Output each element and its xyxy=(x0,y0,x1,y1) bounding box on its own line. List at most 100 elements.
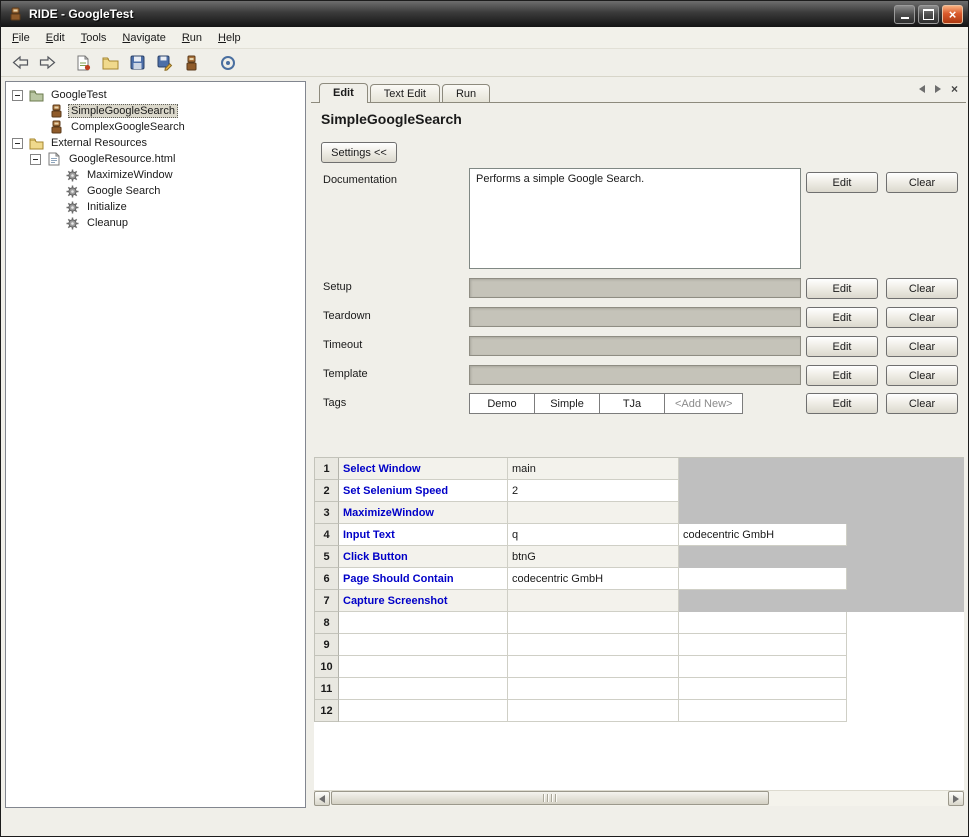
scrollbar-thumb[interactable] xyxy=(331,791,769,805)
tree-node-folder[interactable]: External Resources xyxy=(8,135,303,151)
argument-cell[interactable] xyxy=(679,568,847,590)
keyword-cell[interactable]: Input Text xyxy=(339,524,508,546)
row-number[interactable]: 5 xyxy=(315,546,339,568)
close-tab-icon[interactable]: × xyxy=(951,83,958,95)
tags-clear-button[interactable]: Clear xyxy=(886,393,958,414)
collapse-minus-icon[interactable] xyxy=(12,138,23,149)
template-edit-button[interactable]: Edit xyxy=(806,365,878,386)
horizontal-scrollbar[interactable] xyxy=(314,790,964,806)
collapse-minus-icon[interactable] xyxy=(30,154,41,165)
template-clear-button[interactable]: Clear xyxy=(886,365,958,386)
empty-cell[interactable] xyxy=(339,656,508,678)
scroll-left-button[interactable] xyxy=(314,791,330,806)
row-number[interactable]: 3 xyxy=(315,502,339,524)
timeout-edit-button[interactable]: Edit xyxy=(806,336,878,357)
empty-cell[interactable] xyxy=(679,656,847,678)
tree-node-test[interactable]: SimpleGoogleSearch xyxy=(8,103,303,119)
tree-node-label[interactable]: Cleanup xyxy=(84,217,131,229)
tree-node-label[interactable]: GoogleTest xyxy=(48,89,110,101)
tree-node-keyword[interactable]: Initialize xyxy=(8,199,303,215)
timeout-clear-button[interactable]: Clear xyxy=(886,336,958,357)
prev-tab-icon[interactable] xyxy=(919,85,925,93)
forward-button[interactable] xyxy=(36,51,59,74)
empty-cell[interactable] xyxy=(508,612,679,634)
empty-cell[interactable] xyxy=(339,700,508,722)
tag-item[interactable]: TJa xyxy=(599,393,665,414)
documentation-clear-button[interactable]: Clear xyxy=(886,172,958,193)
setup-clear-button[interactable]: Clear xyxy=(886,278,958,299)
tree-node-suite[interactable]: GoogleTest xyxy=(8,87,303,103)
tree-node-test[interactable]: ComplexGoogleSearch xyxy=(8,119,303,135)
documentation-field[interactable]: Performs a simple Google Search. xyxy=(469,168,801,269)
row-number[interactable]: 9 xyxy=(315,634,339,656)
save-button[interactable] xyxy=(126,51,149,74)
empty-cell[interactable] xyxy=(508,678,679,700)
tag-item[interactable]: Demo xyxy=(469,393,535,414)
tree-node-keyword[interactable]: Cleanup xyxy=(8,215,303,231)
documentation-edit-button[interactable]: Edit xyxy=(806,172,878,193)
keyword-cell[interactable]: Set Selenium Speed xyxy=(339,480,508,502)
setup-edit-button[interactable]: Edit xyxy=(806,278,878,299)
run-button[interactable] xyxy=(216,51,239,74)
keyword-cell[interactable]: Page Should Contain xyxy=(339,568,508,590)
argument-cell[interactable]: codecentric GmbH xyxy=(679,524,847,546)
tree-node-label[interactable]: Initialize xyxy=(84,201,130,213)
settings-toggle-button[interactable]: Settings << xyxy=(321,142,397,163)
add-new-tag[interactable]: <Add New> xyxy=(664,393,743,414)
empty-cell[interactable] xyxy=(679,612,847,634)
open-folder-button[interactable] xyxy=(99,51,122,74)
tab-text-edit[interactable]: Text Edit xyxy=(370,84,440,103)
scrollbar-track[interactable] xyxy=(330,791,948,806)
save-all-button[interactable] xyxy=(153,51,176,74)
empty-cell[interactable] xyxy=(679,678,847,700)
keyword-cell[interactable]: MaximizeWindow xyxy=(339,502,508,524)
title-bar[interactable]: RIDE - GoogleTest × xyxy=(1,1,968,27)
tree-node-keyword[interactable]: MaximizeWindow xyxy=(8,167,303,183)
argument-cell[interactable]: codecentric GmbH xyxy=(508,568,679,590)
menu-edit[interactable]: Edit xyxy=(38,29,73,47)
empty-cell[interactable] xyxy=(508,634,679,656)
menu-navigate[interactable]: Navigate xyxy=(114,29,173,47)
next-tab-icon[interactable] xyxy=(935,85,941,93)
argument-cell[interactable]: main xyxy=(508,458,679,480)
row-number[interactable]: 12 xyxy=(315,700,339,722)
row-number[interactable]: 1 xyxy=(315,458,339,480)
keyword-cell[interactable]: Capture Screenshot xyxy=(339,590,508,612)
menu-file[interactable]: File xyxy=(4,29,38,47)
argument-cell[interactable] xyxy=(508,590,679,612)
row-number[interactable]: 8 xyxy=(315,612,339,634)
empty-cell[interactable] xyxy=(508,656,679,678)
tree-node-label[interactable]: GoogleResource.html xyxy=(66,153,178,165)
collapse-minus-icon[interactable] xyxy=(12,90,23,101)
close-button[interactable]: × xyxy=(942,5,963,24)
row-number[interactable]: 7 xyxy=(315,590,339,612)
menu-run[interactable]: Run xyxy=(174,29,210,47)
empty-cell[interactable] xyxy=(339,612,508,634)
menu-help[interactable]: Help xyxy=(210,29,249,47)
row-number[interactable]: 4 xyxy=(315,524,339,546)
tree-node-label[interactable]: Google Search xyxy=(84,185,163,197)
menu-tools[interactable]: Tools xyxy=(73,29,115,47)
tree-node-resource[interactable]: GoogleResource.html xyxy=(8,151,303,167)
back-button[interactable] xyxy=(9,51,32,74)
tree-node-label[interactable]: External Resources xyxy=(48,137,150,149)
tree-node-keyword[interactable]: Google Search xyxy=(8,183,303,199)
tab-run[interactable]: Run xyxy=(442,84,490,103)
empty-cell[interactable] xyxy=(679,634,847,656)
row-number[interactable]: 6 xyxy=(315,568,339,590)
tag-item[interactable]: Simple xyxy=(534,393,600,414)
argument-cell[interactable]: 2 xyxy=(508,480,679,502)
minimize-button[interactable] xyxy=(894,5,915,24)
empty-cell[interactable] xyxy=(339,678,508,700)
teardown-clear-button[interactable]: Clear xyxy=(886,307,958,328)
empty-cell[interactable] xyxy=(339,634,508,656)
maximize-button[interactable] xyxy=(918,5,939,24)
empty-cell[interactable] xyxy=(508,700,679,722)
tree-node-label[interactable]: ComplexGoogleSearch xyxy=(68,121,188,133)
teardown-edit-button[interactable]: Edit xyxy=(806,307,878,328)
row-number[interactable]: 2 xyxy=(315,480,339,502)
argument-cell[interactable] xyxy=(508,502,679,524)
tags-edit-button[interactable]: Edit xyxy=(806,393,878,414)
keyword-cell[interactable]: Select Window xyxy=(339,458,508,480)
tree-node-label-selected[interactable]: SimpleGoogleSearch xyxy=(68,104,178,118)
